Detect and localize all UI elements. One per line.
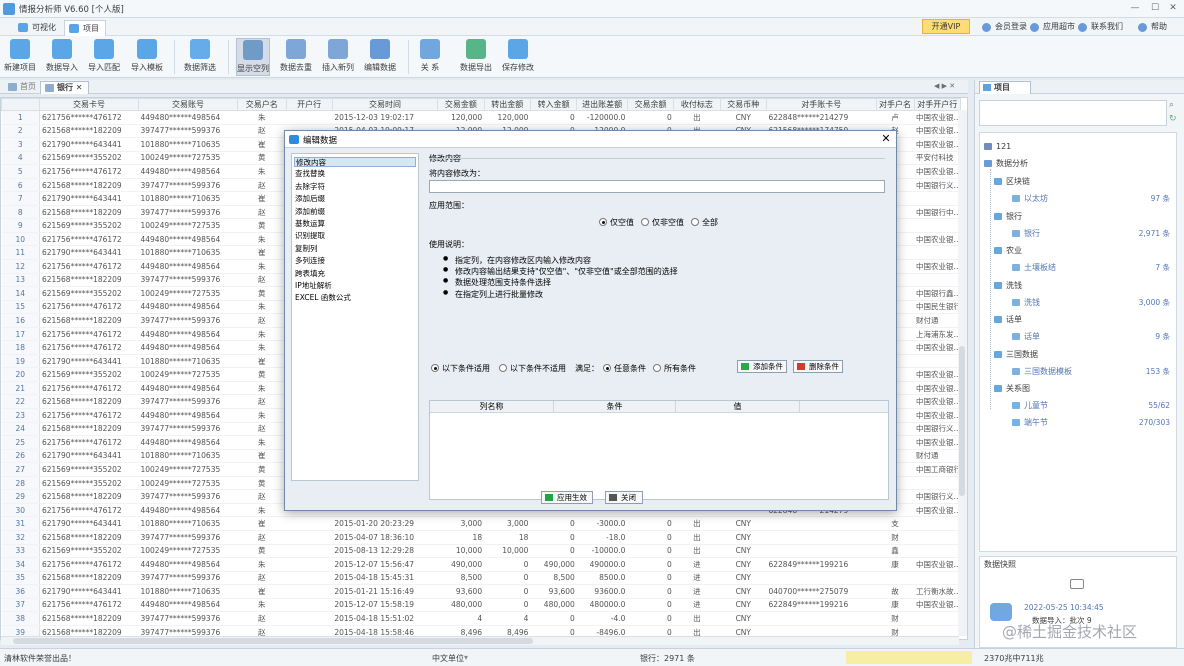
dialog-icon bbox=[289, 135, 299, 144]
radio-icon bbox=[691, 218, 699, 226]
field-label: 将内容修改为： bbox=[429, 169, 485, 178]
delete-icon bbox=[797, 363, 805, 370]
function-list-item[interactable]: 查找替换 bbox=[294, 169, 325, 179]
bullet-icon: ● bbox=[443, 277, 449, 285]
usage-item: ● 指定列，在内容修改区内输入修改内容 bbox=[443, 255, 591, 265]
bullet-icon: ● bbox=[443, 288, 449, 296]
add-condition-button[interactable]: 添加条件 bbox=[737, 360, 787, 373]
add-icon bbox=[741, 363, 749, 370]
radio-icon bbox=[499, 364, 507, 372]
function-list-item[interactable]: 基数运算 bbox=[294, 219, 325, 229]
apply-button[interactable]: 应用生效 bbox=[541, 491, 593, 504]
scope-nonempty-radio[interactable]: 仅非空值 bbox=[641, 217, 684, 228]
usage-item: ● 修改内容输出结果支持"仅空值"、"仅非空值"或全部范围的选择 bbox=[443, 266, 678, 277]
modify-content-input[interactable] bbox=[429, 180, 885, 193]
bullet-icon: ● bbox=[443, 266, 449, 274]
close-dialog-button[interactable]: 关闭 bbox=[605, 491, 643, 504]
function-list-item[interactable]: 添加后缀 bbox=[294, 194, 325, 204]
function-list-item[interactable]: 多列连接 bbox=[294, 256, 325, 266]
satisfy-any-radio[interactable]: 任意条件 bbox=[603, 363, 646, 374]
condition-table-header: 列名称 条件 值 bbox=[430, 401, 888, 413]
edit-function-list: 修改内容查找替换去除字符添加后缀添加前缀基数运算识别提取复制列多列连接跨表填充 I… bbox=[291, 153, 419, 481]
function-list-item[interactable]: 复制列 bbox=[294, 244, 318, 254]
function-list-item[interactable]: IP地址解析 bbox=[294, 281, 332, 291]
function-list-item[interactable]: 添加前缀 bbox=[294, 207, 325, 217]
function-list-item[interactable]: 识别提取 bbox=[294, 231, 325, 241]
radio-icon bbox=[431, 364, 439, 372]
delete-condition-button[interactable]: 删除条件 bbox=[793, 360, 843, 373]
satisfy-all-radio[interactable]: 所有条件 bbox=[653, 363, 696, 374]
satisfy-label: 满足： bbox=[575, 364, 599, 373]
edit-data-dialog: 编辑数据 ✕ 修改内容查找替换去除字符添加后缀添加前缀基数运算识别提取复制列多列… bbox=[284, 130, 897, 511]
dialog-header: 编辑数据 ✕ bbox=[285, 131, 896, 148]
usage-label: 使用说明： bbox=[429, 240, 469, 249]
radio-icon bbox=[599, 218, 607, 226]
condition-apply-radio[interactable]: 以下条件适用 bbox=[431, 363, 490, 374]
play-icon bbox=[545, 494, 553, 501]
function-list-item[interactable]: 去除字符 bbox=[294, 182, 325, 192]
function-list-item[interactable]: 修改内容 bbox=[294, 157, 416, 167]
app-window: 情报分析师 V6.60 [个人版] — ☐ ✕ 可视化 项目 开通VIP 会员登… bbox=[0, 0, 1184, 666]
dialog-main: 修改内容 将内容修改为： 应用范围： 仅空值 仅非空值 全部 使用说明： ●指定… bbox=[429, 149, 889, 500]
function-list-item[interactable]: 跨表填充 bbox=[294, 269, 325, 279]
scope-all-radio[interactable]: 全部 bbox=[691, 217, 718, 228]
scope-label: 应用范围： bbox=[429, 201, 469, 210]
column-header: 值 bbox=[676, 401, 800, 413]
dialog-close-button[interactable]: ✕ bbox=[879, 132, 893, 146]
usage-item: ● 在指定列上进行批量修改 bbox=[443, 288, 543, 299]
column-header: 列名称 bbox=[430, 401, 554, 413]
dialog-title: 编辑数据 bbox=[303, 136, 338, 146]
column-header: 条件 bbox=[554, 401, 676, 413]
dialog-footer: 应用生效 关闭 bbox=[285, 485, 896, 510]
divider bbox=[429, 158, 885, 159]
exit-icon bbox=[609, 494, 617, 501]
bullet-icon: ● bbox=[443, 255, 449, 262]
radio-icon bbox=[653, 364, 661, 372]
scope-empty-radio[interactable]: 仅空值 bbox=[599, 217, 634, 228]
condition-not-apply-radio[interactable]: 以下条件不适用 bbox=[499, 363, 566, 374]
radio-icon bbox=[603, 364, 611, 372]
function-list-item[interactable]: EXCEL 函数公式 bbox=[294, 293, 351, 303]
usage-item: ● 数据处理范围支持条件选择 bbox=[443, 277, 551, 288]
radio-icon bbox=[641, 218, 649, 226]
